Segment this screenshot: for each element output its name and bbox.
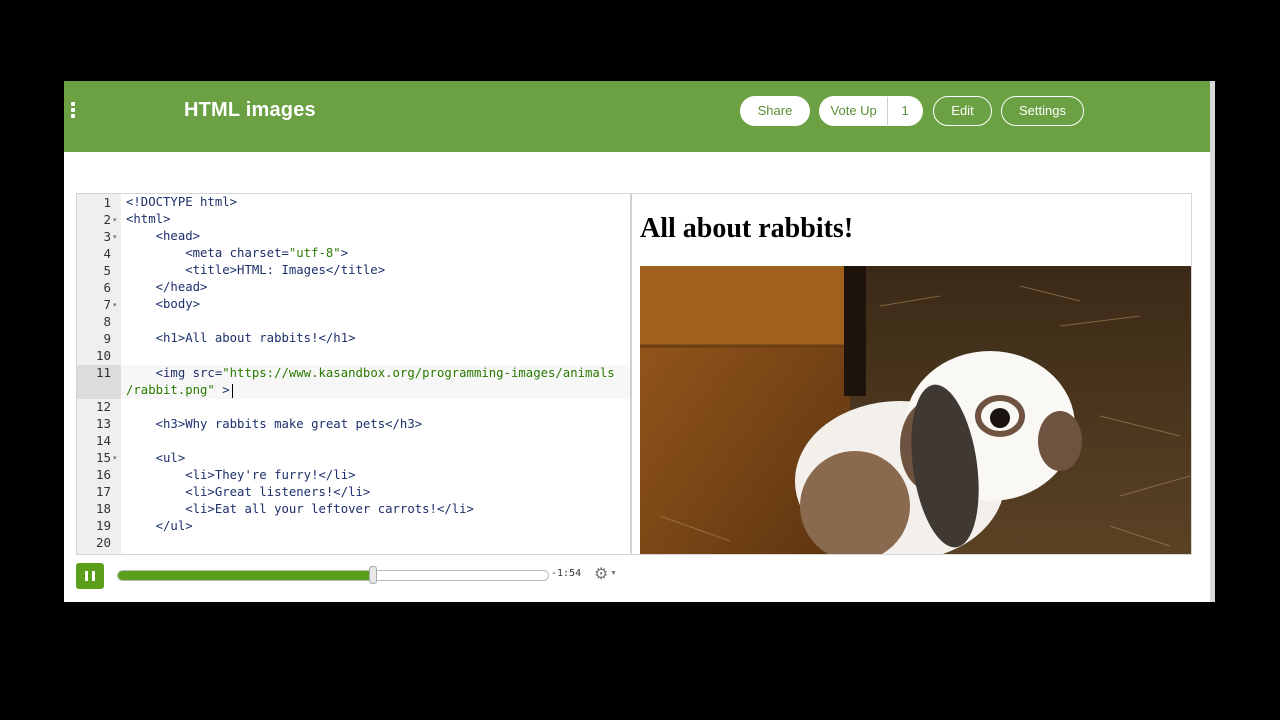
code-line-17[interactable]: <li>Great listeners!</li> (126, 484, 370, 501)
progress-bar[interactable] (117, 570, 549, 581)
line-number: 13 (95, 416, 111, 431)
line-number: 12 (95, 399, 111, 414)
code-line-11-wrap[interactable]: /rabbit.png" > (126, 382, 233, 399)
code-line-1[interactable]: <!DOCTYPE html> (126, 194, 237, 211)
line-number: 20 (95, 535, 111, 550)
edit-button[interactable]: Edit (933, 96, 992, 126)
code-line-4[interactable]: <meta charset="utf-8"> (126, 245, 348, 262)
line-number: 11 (95, 365, 111, 380)
window-scrollbar[interactable] (1210, 81, 1215, 602)
fold-toggle-icon[interactable]: ▾ (113, 301, 117, 309)
fold-toggle-icon[interactable]: ▾ (113, 216, 117, 224)
progress-fill (118, 571, 373, 580)
line-number: 18 (95, 501, 111, 516)
vote-count: 1 (901, 103, 909, 118)
line-number: 8 (103, 314, 111, 329)
fold-toggle-icon[interactable]: ▾ (113, 233, 117, 241)
line-number: 3 (103, 229, 111, 244)
fold-toggle-icon[interactable]: ▾ (113, 454, 117, 462)
code-line-3[interactable]: <head> (126, 228, 200, 245)
line-number: 7 (103, 297, 111, 312)
code-line-5[interactable]: <title>HTML: Images</title> (126, 262, 385, 279)
line-number: 19 (95, 518, 111, 533)
playback-controls: -1:54 ⚙ ▼ (76, 563, 636, 591)
line-number: 17 (95, 484, 111, 499)
app-frame: HTML images Share Vote Up 1 Edit Setting… (64, 81, 1210, 602)
share-button[interactable]: Share (740, 96, 810, 126)
pause-icon (85, 571, 88, 581)
line-number: 9 (103, 331, 111, 346)
line-number: 6 (103, 280, 111, 295)
preview-heading: All about rabbits! (640, 213, 854, 244)
progress-thumb[interactable] (368, 566, 377, 584)
output-preview: All about rabbits! (632, 193, 1192, 555)
code-line-2[interactable]: <html> (126, 211, 170, 228)
vote-up-button[interactable]: Vote Up 1 (819, 96, 923, 126)
line-number: 10 (95, 348, 111, 363)
line-number: 15 (95, 450, 111, 465)
code-editor[interactable]: 1 2 ▾ 3 ▾ 4 5 6 7 ▾ 8 9 10 11 12 13 14 15 ▾ 16 17 18 19 20 <!DO… (76, 193, 632, 555)
code-line-13[interactable]: <h3>Why rabbits make great pets</h3> (126, 416, 423, 433)
gear-icon[interactable]: ⚙ (594, 564, 608, 584)
line-number: 16 (95, 467, 111, 482)
page-title: HTML images (184, 99, 316, 121)
line-number: 5 (103, 263, 111, 278)
code-line-11[interactable]: <img src="https://www.kasandbox.org/prog… (126, 365, 615, 382)
code-line-6[interactable]: </head> (126, 279, 208, 296)
menu-dots-icon[interactable] (71, 102, 77, 120)
code-line-7[interactable]: <body> (126, 296, 200, 313)
line-number: 1 (103, 195, 111, 210)
chevron-down-icon[interactable]: ▼ (610, 570, 617, 577)
pause-button[interactable] (76, 563, 104, 589)
code-line-18[interactable]: <li>Eat all your leftover carrots!</li> (126, 501, 474, 518)
header-bar: HTML images Share Vote Up 1 Edit Setting… (64, 81, 1210, 152)
line-number: 4 (103, 246, 111, 261)
code-line-15[interactable]: <ul> (126, 450, 186, 467)
settings-button[interactable]: Settings (1001, 96, 1084, 126)
rabbit-image (640, 266, 1191, 554)
code-line-16[interactable]: <li>They're furry!</li> (126, 467, 355, 484)
code-line-9[interactable]: <h1>All about rabbits!</h1> (126, 330, 356, 347)
line-number: 2 (103, 212, 111, 227)
vote-up-label[interactable]: Vote Up (820, 97, 889, 125)
text-cursor (231, 383, 233, 398)
time-remaining: -1:54 (551, 568, 582, 579)
code-line-19[interactable]: </ul> (126, 518, 193, 535)
line-number: 14 (95, 433, 111, 448)
